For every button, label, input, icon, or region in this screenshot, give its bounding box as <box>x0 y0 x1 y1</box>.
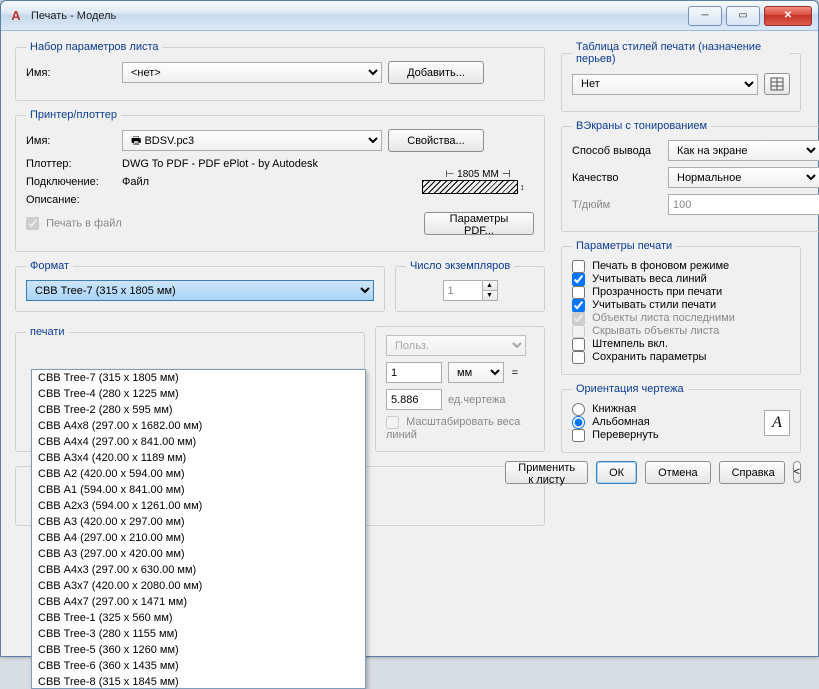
print-dialog-window: A Печать - Модель ─ ▭ ✕ Набор параметров… <box>0 0 819 657</box>
plot-area-legend: печати <box>26 326 69 338</box>
preview-dim: 1805 MM <box>457 169 499 180</box>
paper-size-dropdown-list[interactable]: СВВ Tree-7 (315 х 1805 мм)СВВ Tree-4 (28… <box>31 369 366 689</box>
scale-units-input[interactable] <box>386 389 442 410</box>
plot-style-group: Таблица стилей печати (назначение перьев… <box>561 41 801 112</box>
description-label: Описание: <box>26 194 116 206</box>
plotter-value: DWG To PDF - PDF ePlot - by Autodesk <box>122 158 318 170</box>
printer-group: Принтер/плоттер Имя: 🖶 BDSV.pc3 Свойства… <box>15 109 545 252</box>
opt-hide-paperspace: Скрывать объекты листа <box>572 325 719 337</box>
paper-size-option[interactable]: СВВ Tree-1 (325 х 560 мм) <box>32 610 365 626</box>
shaded-viewport-group: ВЭкраны с тонированием Способ вывода Как… <box>561 120 819 232</box>
paper-size-option[interactable]: СВВ А2 (420.00 x 594.00 мм) <box>32 466 365 482</box>
plot-style-legend: Таблица стилей печати (назначение перьев… <box>572 41 790 65</box>
ok-button[interactable]: ОК <box>596 461 637 484</box>
print-to-file-checkbox[interactable]: Печать в файл <box>26 217 122 230</box>
page-setup-name-select[interactable]: <нет> <box>122 62 382 83</box>
dpi-input <box>668 194 819 215</box>
app-icon: A <box>7 7 25 25</box>
plot-style-edit-button[interactable] <box>764 73 790 95</box>
window-title: Печать - Модель <box>31 10 116 22</box>
paper-size-option[interactable]: СВВ А3 (420.00 x 297.00 мм) <box>32 514 365 530</box>
scale-unit-select[interactable]: мм <box>448 362 504 383</box>
copies-input[interactable] <box>443 280 483 301</box>
equals-sign: = <box>510 367 520 379</box>
shade-quality-select[interactable]: Нормальное <box>668 167 819 188</box>
printer-name-label: Имя: <box>26 135 116 147</box>
shade-mode-label: Способ вывода <box>572 145 662 157</box>
copies-group: Число экземпляров ▲▼ <box>395 260 545 312</box>
dialog-button-row: Применить к листу ОК Отмена Справка < <box>561 461 801 484</box>
opt-stamp[interactable]: Штемпель вкл. <box>572 338 668 350</box>
paper-size-option[interactable]: СВВ А3х7 (420.00 x 2080.00 мм) <box>32 578 365 594</box>
scale-units-label: ед.чертежа <box>448 394 505 406</box>
connection-label: Подключение: <box>26 176 116 188</box>
paper-size-option[interactable]: СВВ А4х7 (297.00 x 1471 мм) <box>32 594 365 610</box>
scale-lineweights-checkbox[interactable]: Масштабировать веса линий <box>386 416 520 441</box>
plot-scale-group: Польз. мм = ед.чертежа Масштабировать ве… <box>375 326 545 452</box>
opt-transparency[interactable]: Прозрачность при печати <box>572 286 722 298</box>
opt-lineweights[interactable]: Учитывать веса линий <box>572 273 707 285</box>
opt-paperspace-last: Объекты листа последними <box>572 312 735 324</box>
shaded-legend: ВЭкраны с тонированием <box>572 120 711 132</box>
title-bar[interactable]: A Печать - Модель ─ ▭ ✕ <box>1 1 818 31</box>
paper-size-option[interactable]: СВВ Tree-7 (315 х 1805 мм) <box>32 370 365 386</box>
opt-plot-styles[interactable]: Учитывать стили печати <box>572 299 716 311</box>
plot-options-group: Параметры печати Печать в фоновом режиме… <box>561 240 801 375</box>
paper-size-option[interactable]: СВВ Tree-6 (360 х 1435 мм) <box>32 658 365 674</box>
plotter-label: Плоттер: <box>26 158 116 170</box>
paper-size-option[interactable]: СВВ Tree-8 (315 х 1845 мм) <box>32 674 365 689</box>
table-icon <box>770 77 784 91</box>
plot-options-legend: Параметры печати <box>572 240 676 252</box>
page-setup-legend: Набор параметров листа <box>26 41 163 53</box>
plot-style-select[interactable]: Нет <box>572 74 758 95</box>
maximize-button[interactable]: ▭ <box>726 6 760 26</box>
paper-size-option[interactable]: СВВ А4х3 (297.00 x 630.00 мм) <box>32 562 365 578</box>
opt-save-changes[interactable]: Сохранить параметры <box>572 351 706 363</box>
shade-mode-select[interactable]: Как на экране <box>668 140 819 161</box>
opt-background[interactable]: Печать в фоновом режиме <box>572 260 729 272</box>
copies-spinner[interactable]: ▲▼ <box>483 280 498 301</box>
minimize-button[interactable]: ─ <box>688 6 722 26</box>
chevron-left-icon: < <box>794 466 800 478</box>
pdf-options-button[interactable]: Параметры PDF... <box>424 212 534 235</box>
scale-num[interactable] <box>386 362 442 383</box>
paper-size-option[interactable]: СВВ А4х4 (297.00 x 841.00 мм) <box>32 434 365 450</box>
paper-size-option[interactable]: СВВ А4 (297.00 x 210.00 мм) <box>32 530 365 546</box>
paper-size-select[interactable]: СВВ Tree-7 (315 х 1805 мм) <box>26 280 374 301</box>
paper-preview: ⊢ 1805 MM ⊣ ↕ <box>422 169 534 194</box>
orient-portrait[interactable]: Книжная <box>572 403 636 415</box>
orient-upside-down[interactable]: Перевернуть <box>572 429 659 441</box>
orientation-preview-icon: A <box>764 410 790 436</box>
paper-size-option[interactable]: СВВ Tree-5 (360 х 1260 мм) <box>32 642 365 658</box>
help-button[interactable]: Справка <box>719 461 785 484</box>
printer-name-select[interactable]: 🖶 BDSV.pc3 <box>122 130 382 151</box>
cancel-button[interactable]: Отмена <box>645 461 710 484</box>
paper-size-option[interactable]: СВВ А4х8 (297.00 x 1682.00 мм) <box>32 418 365 434</box>
paper-size-option[interactable]: СВВ А2х3 (594.00 x 1261.00 мм) <box>32 498 365 514</box>
paper-size-option[interactable]: СВВ А1 (594.00 x 841.00 мм) <box>32 482 365 498</box>
paper-size-option[interactable]: СВВ Tree-3 (280 х 1155 мм) <box>32 626 365 642</box>
copies-legend: Число экземпляров <box>406 260 514 272</box>
add-page-setup-button[interactable]: Добавить... <box>388 61 484 84</box>
printer-legend: Принтер/плоттер <box>26 109 121 121</box>
collapse-button[interactable]: < <box>793 461 801 483</box>
paper-size-option[interactable]: СВВ А3 (297.00 x 420.00 мм) <box>32 546 365 562</box>
paper-size-option[interactable]: СВВ Tree-4 (280 х 1225 мм) <box>32 386 365 402</box>
paper-size-option[interactable]: СВВ Tree-2 (280 х 595 мм) <box>32 402 365 418</box>
connection-value: Файл <box>122 176 149 188</box>
dpi-label: Т/дюйм <box>572 199 662 211</box>
paper-size-option[interactable]: СВВ А3х4 (420.00 x 1189 мм) <box>32 450 365 466</box>
scale-select[interactable]: Польз. <box>386 335 526 356</box>
shade-quality-label: Качество <box>572 172 662 184</box>
page-setup-name-label: Имя: <box>26 67 116 79</box>
close-button[interactable]: ✕ <box>764 6 812 26</box>
apply-to-layout-button[interactable]: Применить к листу <box>505 461 588 484</box>
orient-landscape[interactable]: Альбомная <box>572 416 650 428</box>
paper-size-legend: Формат <box>26 260 73 272</box>
orientation-legend: Ориентация чертежа <box>572 383 688 395</box>
paper-size-group: Формат СВВ Tree-7 (315 х 1805 мм) <box>15 260 385 312</box>
page-setup-group: Набор параметров листа Имя: <нет> Добави… <box>15 41 545 101</box>
orientation-group: Ориентация чертежа Книжная Альбомная Пер… <box>561 383 801 453</box>
printer-properties-button[interactable]: Свойства... <box>388 129 484 152</box>
